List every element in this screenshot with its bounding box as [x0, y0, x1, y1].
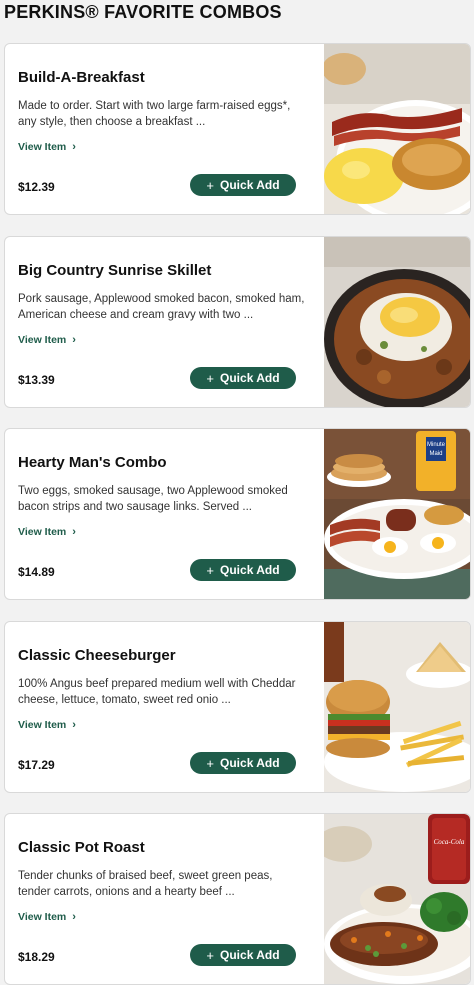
cheeseburger-image: [324, 622, 470, 792]
plus-icon: +: [206, 755, 215, 771]
item-price: $13.39: [18, 373, 55, 387]
item-description: Tender chunks of braised beef, sweet gre…: [18, 870, 273, 898]
item-name: Classic Pot Roast: [18, 839, 145, 856]
item-description: Pork sausage, Applewood smoked bacon, sm…: [18, 293, 305, 321]
page-title: PERKINS® FAVORITE COMBOS: [4, 2, 282, 22]
view-item-label: View Item: [18, 141, 67, 153]
minute-maid-logo-line1: Minute: [427, 442, 446, 448]
quick-add-button[interactable]: + Quick Add: [190, 367, 296, 389]
item-photo[interactable]: [324, 622, 470, 792]
item-photo[interactable]: Minute Maid: [324, 429, 470, 599]
coca-cola-logo: Coca-Cola: [434, 838, 465, 846]
menu-item-card[interactable]: Build-A-Breakfast Made to order. Start w…: [4, 43, 471, 215]
plus-icon: +: [206, 370, 215, 386]
item-price: $14.89: [18, 565, 55, 579]
view-item-label: View Item: [18, 526, 67, 538]
item-name: Build-A-Breakfast: [18, 69, 145, 86]
item-photo[interactable]: [324, 44, 470, 214]
quick-add-label: Quick Add: [220, 756, 280, 770]
chevron-right-icon: ›: [72, 526, 76, 538]
menu-item-card[interactable]: Classic Pot Roast Tender chunks of brais…: [4, 813, 471, 985]
breakfast-plate-image: [324, 44, 470, 214]
quick-add-button[interactable]: + Quick Add: [190, 559, 296, 581]
quick-add-label: Quick Add: [220, 948, 280, 962]
quick-add-button[interactable]: + Quick Add: [190, 752, 296, 774]
view-item-label: View Item: [18, 719, 67, 731]
chevron-right-icon: ›: [72, 719, 76, 731]
pot-roast-image: Coca-Cola: [324, 814, 470, 984]
view-item-label: View Item: [18, 911, 67, 923]
skillet-image: [324, 237, 470, 407]
chevron-right-icon: ›: [72, 334, 76, 346]
chevron-right-icon: ›: [72, 911, 76, 923]
view-item-link[interactable]: View Item ›: [18, 334, 76, 346]
quick-add-button[interactable]: + Quick Add: [190, 944, 296, 966]
plus-icon: +: [206, 947, 215, 963]
item-name: Big Country Sunrise Skillet: [18, 262, 212, 279]
plus-icon: +: [206, 177, 215, 193]
quick-add-label: Quick Add: [220, 371, 280, 385]
combo-plate-image: Minute Maid: [324, 429, 470, 599]
plus-icon: +: [206, 562, 215, 578]
view-item-link[interactable]: View Item ›: [18, 719, 76, 731]
item-photo[interactable]: Coca-Cola: [324, 814, 470, 984]
menu-item-card[interactable]: Hearty Man's Combo Two eggs, smoked saus…: [4, 428, 471, 600]
item-photo[interactable]: [324, 237, 470, 407]
chevron-right-icon: ›: [72, 141, 76, 153]
item-price: $18.29: [18, 950, 55, 964]
menu-page: PERKINS® FAVORITE COMBOS Build-A-Breakfa…: [0, 0, 474, 985]
item-description: Two eggs, smoked sausage, two Applewood …: [18, 485, 288, 513]
menu-item-card[interactable]: Classic Cheeseburger 100% Angus beef pre…: [4, 621, 471, 793]
quick-add-label: Quick Add: [220, 178, 280, 192]
item-price: $12.39: [18, 180, 55, 194]
quick-add-label: Quick Add: [220, 563, 280, 577]
quick-add-button[interactable]: + Quick Add: [190, 174, 296, 196]
view-item-link[interactable]: View Item ›: [18, 911, 76, 923]
item-price: $17.29: [18, 758, 55, 772]
item-description: Made to order. Start with two large farm…: [18, 100, 291, 128]
menu-item-card[interactable]: Big Country Sunrise Skillet Pork sausage…: [4, 236, 471, 408]
view-item-link[interactable]: View Item ›: [18, 141, 76, 153]
minute-maid-logo-line2: Maid: [429, 451, 442, 457]
view-item-link[interactable]: View Item ›: [18, 526, 76, 538]
item-name: Hearty Man's Combo: [18, 454, 167, 471]
view-item-label: View Item: [18, 334, 67, 346]
item-name: Classic Cheeseburger: [18, 647, 176, 664]
item-description: 100% Angus beef prepared medium well wit…: [18, 678, 296, 706]
